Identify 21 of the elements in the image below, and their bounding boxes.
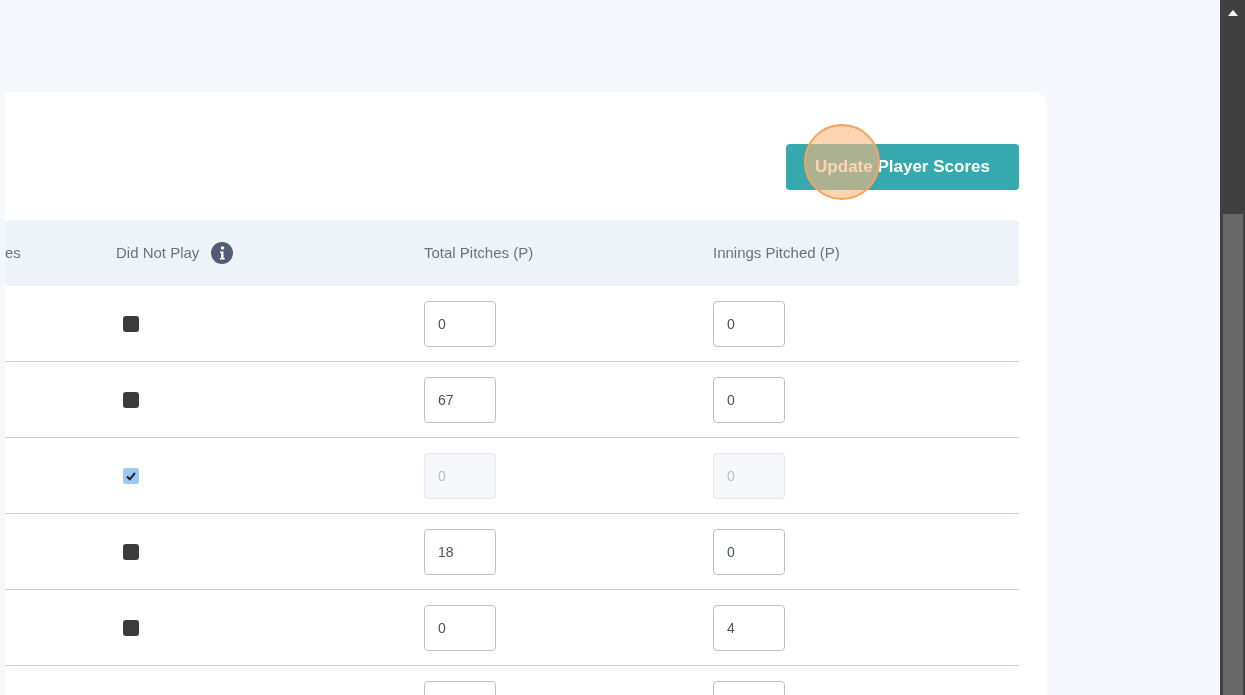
- number-field[interactable]: 0: [713, 376, 785, 423]
- column-header: es: [5, 242, 21, 263]
- number-field[interactable]: 0: [424, 300, 496, 347]
- scrollbar-thumb[interactable]: [1222, 214, 1243, 695]
- number-field[interactable]: 4: [713, 604, 785, 651]
- number-field[interactable]: 0: [713, 528, 785, 575]
- column-header: Did Not Play: [116, 242, 200, 263]
- number-field[interactable]: 0: [424, 604, 496, 651]
- did-not-play-checkbox[interactable]: [123, 391, 139, 408]
- did-not-play-checkbox[interactable]: [123, 467, 139, 484]
- did-not-play-checkbox[interactable]: [123, 619, 139, 636]
- number-field[interactable]: 0: [713, 300, 785, 347]
- info-icon[interactable]: [211, 242, 234, 264]
- column-header: Total Pitches (P): [424, 242, 534, 263]
- number-field[interactable]: 18: [424, 528, 496, 575]
- column-header: Innings Pitched (P): [713, 242, 840, 263]
- did-not-play-checkbox[interactable]: [123, 543, 139, 560]
- did-not-play-checkbox[interactable]: [123, 315, 139, 332]
- scroll-up-arrow-icon[interactable]: [1227, 10, 1238, 16]
- number-field[interactable]: 67: [424, 376, 496, 423]
- scrollbar[interactable]: [1220, 0, 1245, 695]
